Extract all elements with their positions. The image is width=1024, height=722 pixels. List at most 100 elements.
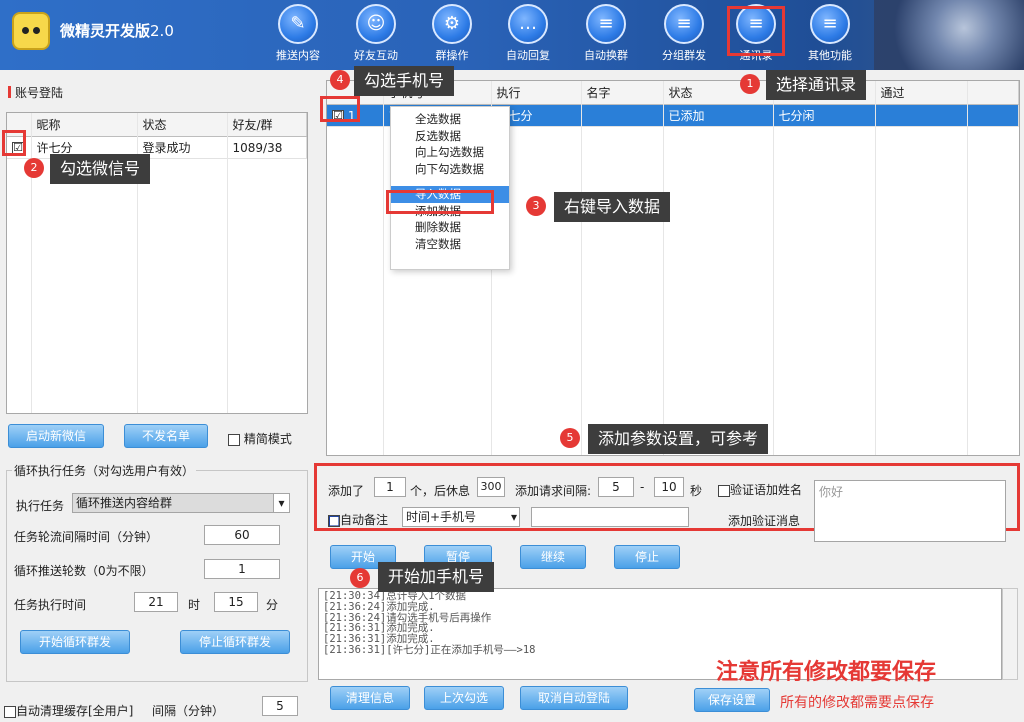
interval-label: 任务轮流间隔时间（分钟） — [14, 530, 159, 544]
cache-interval-label: 间隔（分钟） — [152, 704, 225, 718]
chat-icon: ≡ — [586, 4, 626, 44]
interval-max-input[interactable]: 10 — [654, 477, 684, 497]
contact-name — [581, 104, 664, 127]
exec-task-select[interactable]: 循环推送内容给群 ▾ — [72, 493, 290, 513]
highlight-account-checkbox — [2, 130, 26, 156]
account-col-nickname: 昵称 — [31, 113, 138, 137]
save-note-small: 所有的修改都需要点保存 — [780, 695, 934, 711]
loop-task-title: 循环执行任务（对勾选用户有效） — [12, 462, 197, 479]
menu-item-select-all[interactable]: 全选数据 — [391, 111, 509, 128]
auto-remark-checkbox[interactable]: ■自动备注 — [328, 511, 388, 528]
callout-4: 勾选手机号 — [354, 66, 455, 96]
auto-clear-cache-checkbox[interactable]: 自动清理缓存[全用户] — [4, 702, 133, 719]
highlight-import-data — [386, 190, 494, 214]
account-col-counts: 好友/群 — [227, 113, 307, 137]
menu-item-delete-data[interactable]: 删除数据 — [391, 219, 509, 236]
callout-number-1: 1 — [740, 74, 760, 94]
added-label: 添加了 — [328, 484, 365, 498]
minute-unit: 分 — [266, 598, 279, 612]
remark-select[interactable]: 时间+手机号 ▾ — [402, 507, 520, 527]
remark-text-input[interactable] — [531, 507, 689, 527]
contact-result: 七分闲 — [773, 104, 876, 127]
nav-other-functions[interactable]: ≡ 其他功能 — [798, 4, 862, 66]
save-note-big: 注意所有修改都要保存 — [716, 660, 937, 685]
header-decoration — [874, 0, 1024, 70]
cancel-auto-login-button[interactable]: 取消自动登陆 — [520, 686, 628, 710]
contact-status: 已添加 — [663, 104, 774, 127]
callout-2: 勾选微信号 — [50, 154, 151, 184]
callout-number-6: 6 — [350, 568, 370, 588]
clear-info-button[interactable]: 清理信息 — [330, 686, 410, 710]
friends-icon: ☺ — [356, 4, 396, 44]
resume-button[interactable]: 继续 — [520, 545, 586, 569]
added-count-input[interactable]: 1 — [374, 477, 406, 497]
menu-item-check-up[interactable]: 向上勾选数据 — [391, 144, 509, 161]
verify-add-name-checkbox[interactable]: 验证语加姓名 — [718, 481, 802, 498]
gear-icon: ⚙ — [432, 4, 472, 44]
nav-group-ops[interactable]: ⚙ 群操作 — [420, 4, 484, 66]
stop-button[interactable]: 停止 — [614, 545, 680, 569]
callout-number-3: 3 — [526, 196, 546, 216]
context-menu[interactable]: 全选数据 反选数据 向上勾选数据 向下勾选数据 导入数据 添加数据 删除数据 清… — [390, 106, 510, 270]
nav-group-send[interactable]: ≡ 分组群发 — [652, 4, 716, 66]
menu-item-clear-data[interactable]: 清空数据 — [391, 236, 509, 253]
contacts-col-name: 名字 — [581, 81, 664, 105]
no-send-list-button[interactable]: 不发名单 — [124, 424, 208, 448]
seconds-label: 秒 — [690, 484, 703, 498]
log-scrollbar[interactable] — [1002, 588, 1018, 680]
rest-label: 个，后休息 — [410, 484, 471, 498]
contacts-col-pass: 通过 — [875, 81, 1019, 105]
rounds-label: 循环推送轮数（0为不限） — [14, 564, 154, 578]
range-dash: - — [640, 480, 645, 494]
exec-task-label: 执行任务 — [16, 499, 65, 513]
account-counts: 1089/38 — [227, 136, 307, 159]
rest-input[interactable]: 300 — [477, 477, 505, 497]
callout-number-4: 4 — [330, 70, 350, 90]
app-logo — [12, 12, 50, 50]
last-check-button[interactable]: 上次勾选 — [424, 686, 504, 710]
menu-item-check-down[interactable]: 向下勾选数据 — [391, 161, 509, 178]
menu-separator — [391, 177, 509, 186]
compact-mode-checkbox[interactable]: 精简模式 — [228, 430, 292, 447]
callout-6: 开始加手机号 — [378, 562, 495, 592]
verify-message-textarea[interactable]: 你好 — [814, 480, 1006, 542]
save-settings-button[interactable]: 保存设置 — [694, 688, 770, 712]
nav-push-content[interactable]: ✎ 推送内容 — [266, 4, 330, 66]
contact-pass — [875, 104, 1019, 127]
interval-input[interactable]: 60 — [204, 525, 280, 545]
section-marker — [8, 86, 11, 98]
minute-input[interactable]: 15 — [214, 592, 258, 612]
pen-icon: ✎ — [278, 4, 318, 44]
verify-message-label: 添加验证消息 — [728, 514, 801, 528]
request-interval-label: 添加请求间隔: — [515, 484, 592, 498]
callout-number-5: 5 — [560, 428, 580, 448]
nav-auto-switch-group[interactable]: ≡ 自动换群 — [574, 4, 638, 66]
highlight-phone-checkbox — [320, 96, 360, 122]
start-new-wechat-button[interactable]: 启动新微信 — [8, 424, 104, 448]
hour-unit: 时 — [188, 598, 201, 612]
start-loop-send-button[interactable]: 开始循环群发 — [20, 630, 130, 654]
chat-icon: ≡ — [664, 4, 704, 44]
nav-friend-interact[interactable]: ☺ 好友互动 — [344, 4, 408, 66]
nav-auto-reply[interactable]: … 自动回复 — [496, 4, 560, 66]
account-status: 登录成功 — [137, 136, 228, 159]
chat-icon: … — [508, 4, 548, 44]
hour-input[interactable]: 21 — [134, 592, 178, 612]
highlight-contacts-tab — [727, 6, 785, 56]
contacts-col-exec: 执行 — [491, 81, 582, 105]
callout-number-2: 2 — [24, 158, 44, 178]
chevron-down-icon: ▾ — [510, 510, 517, 524]
account-col-status: 状态 — [137, 113, 228, 137]
app-title: 微精灵开发版2.0 — [60, 22, 174, 40]
callout-3: 右键导入数据 — [554, 192, 671, 222]
interval-min-input[interactable]: 5 — [598, 477, 634, 497]
callout-1: 选择通讯录 — [766, 70, 867, 100]
cache-interval-input[interactable]: 5 — [262, 696, 298, 716]
stop-loop-send-button[interactable]: 停止循环群发 — [180, 630, 290, 654]
rounds-input[interactable]: 1 — [204, 559, 280, 579]
log-line: [21:36:24]添加完成. — [323, 600, 435, 613]
menu-item-invert-select[interactable]: 反选数据 — [391, 128, 509, 145]
account-section-title: 账号登陆 — [15, 86, 64, 100]
exec-time-label: 任务执行时间 — [14, 598, 87, 612]
chevron-down-icon: ▾ — [273, 494, 289, 512]
